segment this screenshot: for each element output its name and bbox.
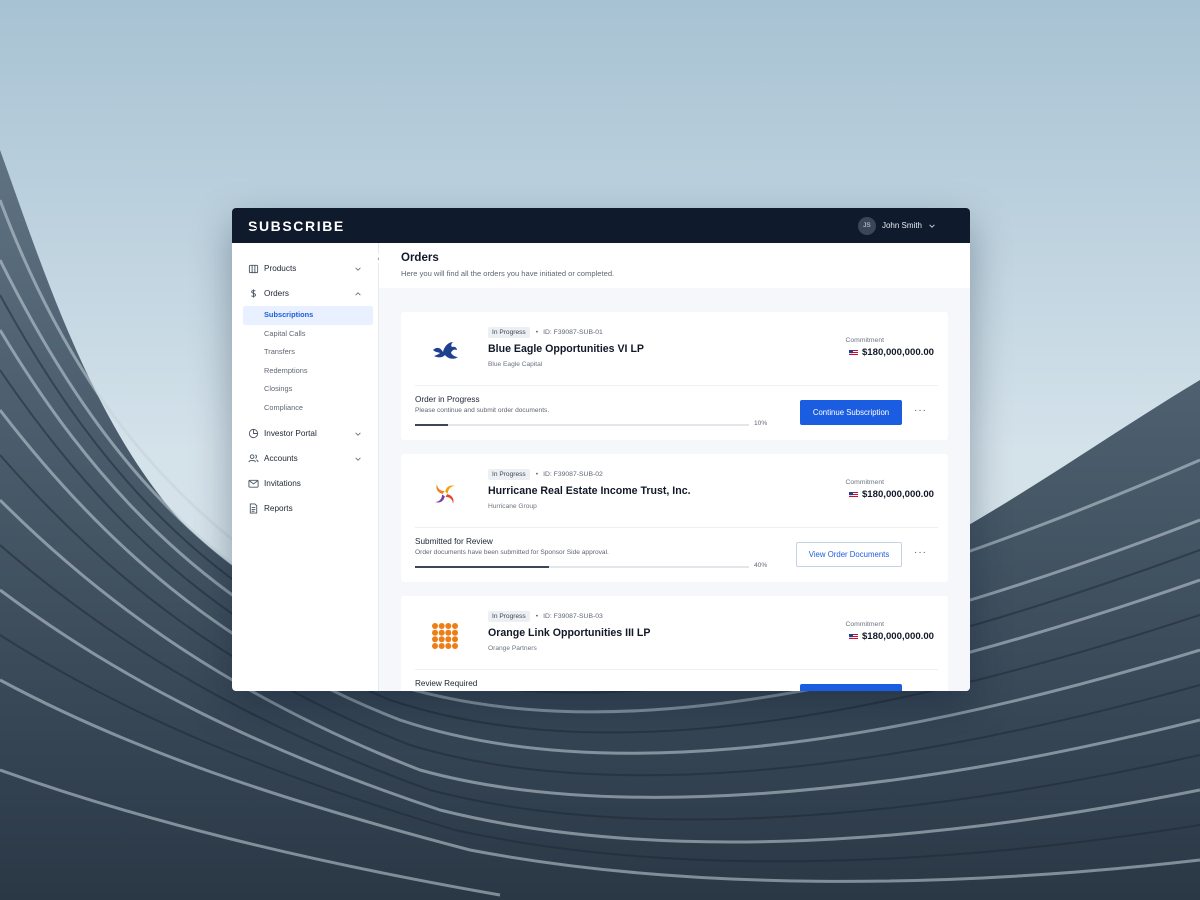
- separator-dot: •: [535, 613, 539, 620]
- progress-percent: 40%: [754, 562, 768, 569]
- page-subtitle: Here you will find all the orders you ha…: [401, 269, 615, 278]
- user-menu[interactable]: JS John Smith: [857, 216, 936, 235]
- sidebar-item-label: Orders: [264, 289, 290, 298]
- card-divider: [415, 527, 938, 528]
- commitment-amount: $180,000,000.00: [861, 631, 934, 642]
- order-organization: Orange Partners: [488, 645, 537, 652]
- sidebar-item-accounts[interactable]: Accounts: [232, 446, 378, 471]
- eagle-logo: [433, 342, 458, 359]
- hurricane-logo: [435, 484, 455, 504]
- commitment-value: $180,000,000.00: [848, 489, 934, 500]
- sidebar-item-reports[interactable]: Reports: [232, 496, 378, 521]
- pie-chart-icon: [248, 428, 259, 439]
- separator-dot: •: [535, 329, 539, 336]
- progress-percent: 10%: [754, 420, 768, 427]
- progress-fill: [415, 424, 449, 426]
- app-window: SUBSCRIBE JS John Smith ‹› Products Orde…: [232, 208, 970, 691]
- order-action-button[interactable]: [800, 684, 902, 691]
- commitment-label: Commitment: [845, 337, 884, 344]
- page-title: Orders: [401, 252, 439, 264]
- order-list: In Progress • ID: F39087-SUB-01 Blue Eag…: [379, 288, 970, 691]
- sidebar-subitem-closings[interactable]: Closings: [243, 380, 373, 399]
- order-stage-title: Order in Progress: [415, 395, 480, 404]
- us-flag-icon: [848, 633, 858, 640]
- order-meta: In Progress • ID: F39087-SUB-02: [488, 469, 603, 480]
- commitment-amount: $180,000,000.00: [861, 489, 934, 500]
- order-title[interactable]: Blue Eagle Opportunities VI LP: [488, 343, 644, 355]
- commitment-amount: $180,000,000.00: [861, 347, 934, 358]
- progress-bar: [415, 566, 749, 568]
- us-flag-icon: [848, 491, 858, 498]
- view-order-documents-button[interactable]: View Order Documents: [796, 542, 902, 567]
- card-divider: [415, 385, 938, 386]
- order-title[interactable]: Orange Link Opportunities III LP: [488, 627, 650, 639]
- users-icon: [248, 454, 259, 463]
- sidebar-item-label: Products: [264, 264, 297, 273]
- order-id: ID: F39087-SUB-02: [543, 471, 603, 478]
- document-icon: [249, 503, 258, 514]
- order-id: ID: F39087-SUB-01: [543, 329, 603, 336]
- order-stage-description: Please continue and submit order documen…: [415, 407, 550, 414]
- chevron-down-icon[interactable]: [928, 222, 936, 230]
- order-organization: Blue Eagle Capital: [488, 361, 543, 368]
- status-badge: In Progress: [488, 611, 530, 622]
- sidebar-subitem-capital-calls[interactable]: Capital Calls: [243, 325, 373, 344]
- commitment-label: Commitment: [845, 621, 884, 628]
- sidebar-item-invitations[interactable]: Invitations: [232, 471, 378, 496]
- sidebar-subitem-transfers[interactable]: Transfers: [243, 343, 373, 362]
- chevron-up-icon[interactable]: [354, 290, 362, 298]
- status-badge: In Progress: [488, 469, 530, 480]
- dollar-icon: [251, 289, 256, 298]
- top-bar: SUBSCRIBE JS John Smith: [232, 208, 970, 243]
- mail-icon: [248, 479, 259, 488]
- commitment-label: Commitment: [845, 479, 884, 486]
- order-card[interactable]: In Progress • ID: F39087-SUB-01 Blue Eag…: [401, 312, 948, 440]
- progress-bar: [415, 424, 749, 426]
- order-stage-title: Review Required: [415, 679, 478, 688]
- sidebar-item-label: Accounts: [264, 454, 298, 463]
- order-title[interactable]: Hurricane Real Estate Income Trust, Inc.: [488, 485, 691, 497]
- status-badge: In Progress: [488, 327, 530, 338]
- order-id: ID: F39087-SUB-03: [543, 613, 603, 620]
- commitment-value: $180,000,000.00: [848, 631, 934, 642]
- chevron-down-icon[interactable]: [354, 265, 362, 273]
- building-icon: [248, 264, 259, 274]
- order-card[interactable]: In Progress • ID: F39087-SUB-02 Hurrican…: [401, 454, 948, 582]
- sidebar-subitem-redemptions[interactable]: Redemptions: [243, 362, 373, 381]
- sidebar-subitem-subscriptions[interactable]: Subscriptions: [243, 306, 373, 325]
- chevron-down-icon[interactable]: [354, 455, 362, 463]
- user-name[interactable]: John Smith: [882, 221, 922, 230]
- progress-fill: [415, 566, 549, 568]
- sidebar-item-label: Invitations: [264, 479, 301, 488]
- continue-subscription-button[interactable]: Continue Subscription: [800, 400, 902, 425]
- sidebar: ‹› Products Orders Subscriptions Capital…: [232, 243, 386, 691]
- more-options-icon[interactable]: ···: [914, 547, 927, 558]
- page-header: Orders Here you will find all the orders…: [379, 243, 970, 288]
- brand-logo[interactable]: SUBSCRIBE: [248, 218, 345, 234]
- commitment-value: $180,000,000.00: [848, 347, 934, 358]
- order-organization: Hurricane Group: [488, 503, 537, 510]
- sidebar-item-investor-portal[interactable]: Investor Portal: [232, 421, 378, 446]
- sidebar-subitem-compliance[interactable]: Compliance: [243, 399, 373, 418]
- order-meta: In Progress • ID: F39087-SUB-03: [488, 611, 603, 622]
- sidebar-item-label: Reports: [264, 504, 293, 513]
- order-stage-description: Order documents have been submitted for …: [415, 549, 609, 556]
- chevron-down-icon[interactable]: [354, 430, 362, 438]
- orange-dots-logo: [432, 623, 458, 649]
- us-flag-icon: [848, 349, 858, 356]
- sidebar-item-products[interactable]: Products: [232, 256, 378, 281]
- sidebar-item-orders[interactable]: Orders: [232, 281, 378, 306]
- order-stage-title: Submitted for Review: [415, 537, 493, 546]
- sidebar-item-label: Investor Portal: [264, 429, 317, 438]
- more-options-icon[interactable]: ···: [914, 405, 927, 416]
- card-divider: [415, 669, 938, 670]
- order-card[interactable]: In Progress • ID: F39087-SUB-03 Orange L…: [401, 596, 948, 691]
- order-meta: In Progress • ID: F39087-SUB-01: [488, 327, 603, 338]
- separator-dot: •: [535, 471, 539, 478]
- main-content: Orders Here you will find all the orders…: [379, 243, 970, 691]
- avatar[interactable]: JS: [857, 216, 876, 235]
